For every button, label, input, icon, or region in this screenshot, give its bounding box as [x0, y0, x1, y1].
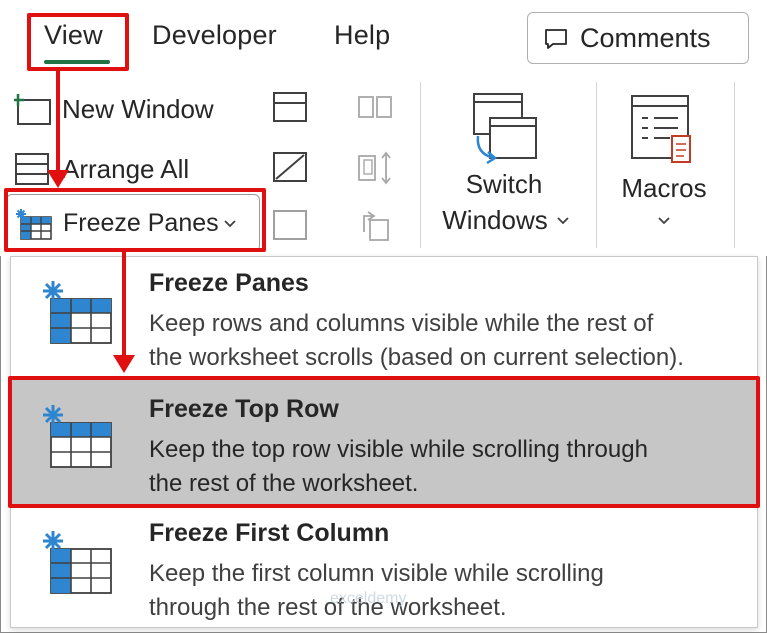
- comments-button[interactable]: Comments: [527, 12, 749, 64]
- switch-windows-label-1[interactable]: Switch: [452, 166, 556, 202]
- arrange-all-button[interactable]: Arrange All: [62, 154, 189, 185]
- annotation-box-view-tab: [27, 13, 129, 71]
- menu-item-desc-line2: through the rest of the worksheet.: [149, 594, 507, 621]
- freeze-panes-icon: [43, 281, 112, 344]
- view-side-by-side-icon[interactable]: [356, 92, 394, 122]
- menu-item-freeze-first-column[interactable]: Freeze First Column Keep the first colum…: [11, 505, 757, 629]
- split-icon[interactable]: [272, 90, 308, 124]
- freeze-first-column-icon: [43, 531, 112, 594]
- hide-window-icon[interactable]: [272, 150, 308, 184]
- macros-icon[interactable]: [628, 92, 698, 166]
- synchronous-scrolling-icon[interactable]: [356, 150, 394, 186]
- annotation-arrow-head: [113, 355, 135, 373]
- menu-item-desc-line1: Keep rows and columns visible while the …: [149, 310, 654, 337]
- group-separator: [734, 82, 735, 248]
- menu-item-desc-line1: Keep the first column visible while scro…: [149, 560, 604, 587]
- tab-developer[interactable]: Developer: [152, 20, 277, 51]
- menu-item-title: Freeze Panes: [149, 269, 309, 297]
- tab-help[interactable]: Help: [334, 20, 390, 51]
- menu-item-title: Freeze First Column: [149, 519, 390, 547]
- comment-icon: [545, 29, 567, 49]
- annotation-box-freeze-top-row: [8, 376, 760, 508]
- switch-windows-label-2[interactable]: Windows: [434, 202, 556, 238]
- new-window-icon: [14, 94, 51, 125]
- chevron-down-icon: [658, 217, 670, 225]
- comments-label: Comments: [580, 23, 711, 53]
- reset-window-position-icon[interactable]: [356, 210, 394, 244]
- watermark: exceldemy: [330, 590, 407, 607]
- chevron-down-icon: [557, 217, 569, 225]
- group-separator: [596, 82, 597, 248]
- annotation-arrow-head: [47, 170, 69, 188]
- group-separator: [420, 82, 421, 248]
- menu-item-desc-line2: the worksheet scrolls (based on current …: [149, 344, 684, 371]
- new-window-button[interactable]: New Window: [62, 94, 214, 125]
- annotation-arrow-line: [122, 252, 126, 356]
- macros-label[interactable]: Macros: [612, 170, 716, 206]
- unhide-window-icon[interactable]: [272, 208, 308, 242]
- switch-windows-icon[interactable]: [466, 88, 544, 168]
- annotation-arrow-line: [56, 71, 60, 171]
- annotation-box-freeze-panes: [4, 188, 266, 252]
